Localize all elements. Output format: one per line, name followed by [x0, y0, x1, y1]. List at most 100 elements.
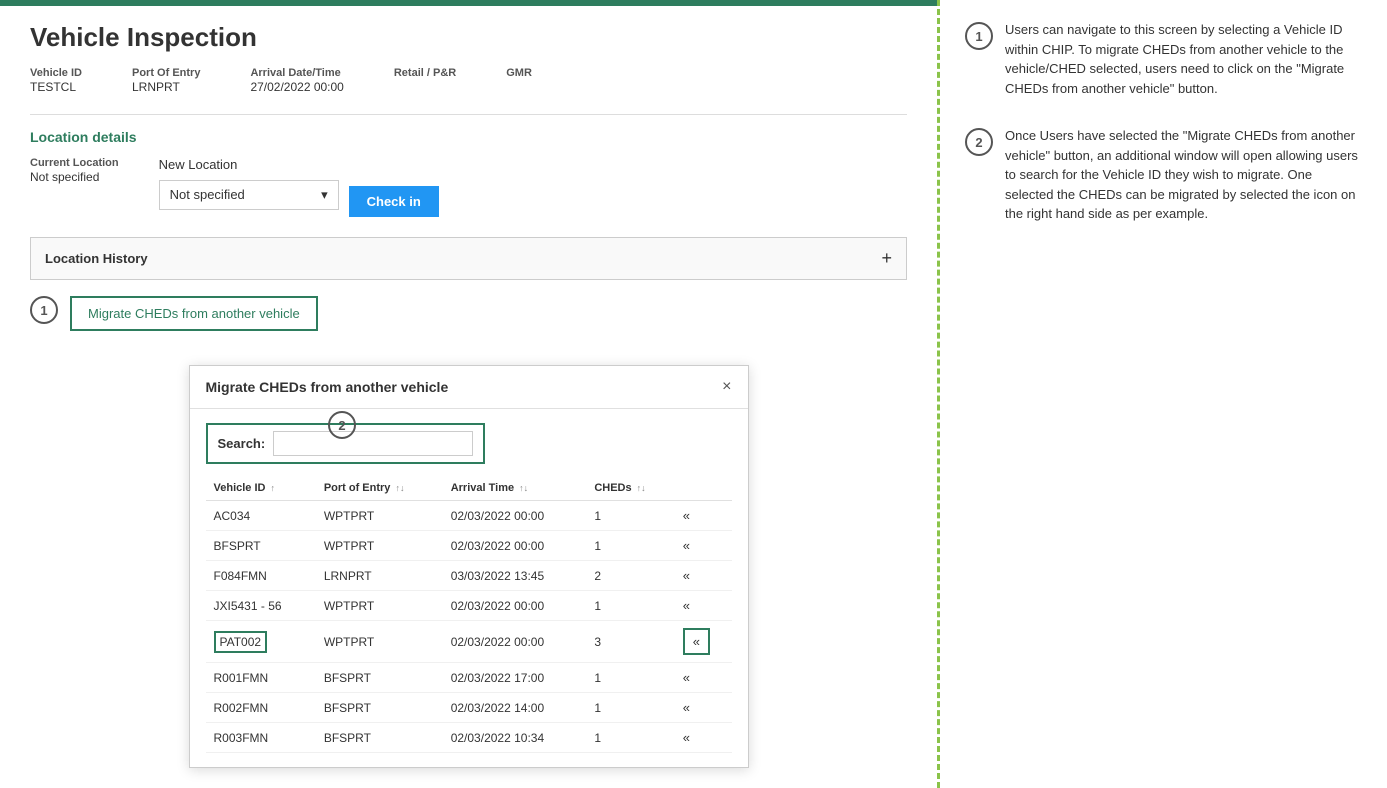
port-of-entry-cell: WPTPRT	[316, 531, 443, 561]
port-of-entry-cell: WPTPRT	[316, 501, 443, 531]
arrival-time-cell: 02/03/2022 17:00	[443, 663, 587, 693]
migrate-modal: Migrate CHEDs from another vehicle × Sea…	[189, 365, 749, 768]
current-location-value: Not specified	[30, 170, 99, 184]
current-location-block: Current Location Not specified	[30, 157, 119, 184]
action-cell: «	[675, 561, 732, 591]
col-action	[675, 476, 732, 501]
port-of-entry-label: Port Of Entry	[132, 67, 200, 79]
col-cheds: CHEDs ↑↓	[586, 476, 674, 501]
arrival-time-cell: 02/03/2022 10:34	[443, 723, 587, 753]
arrival-datetime-meta: Arrival Date/Time 27/02/2022 00:00	[250, 67, 343, 94]
annotation-text: Once Users have selected the "Migrate CH…	[1005, 126, 1362, 224]
cheds-cell: 3	[586, 621, 674, 663]
checkin-button[interactable]: Check in	[349, 186, 439, 217]
new-location-selected: Not specified	[170, 187, 245, 202]
modal-header: Migrate CHEDs from another vehicle ×	[190, 366, 748, 409]
arrival-datetime-value: 27/02/2022 00:00	[250, 80, 343, 94]
gmr-label: GMR	[506, 67, 532, 79]
cheds-cell: 1	[586, 723, 674, 753]
migrate-cheds-button[interactable]: Migrate CHEDs from another vehicle	[70, 296, 318, 331]
migrate-row-button[interactable]: «	[683, 598, 690, 613]
annotation-circle: 1	[965, 22, 993, 50]
migrate-row-button[interactable]: «	[683, 508, 690, 523]
top-bar	[0, 0, 937, 6]
sort-arrival-icon[interactable]: ↑↓	[519, 483, 528, 493]
arrival-time-cell: 02/03/2022 00:00	[443, 591, 587, 621]
location-details-title: Location details	[30, 129, 907, 145]
step2-circle: 2	[328, 411, 356, 439]
port-of-entry-cell: WPTPRT	[316, 621, 443, 663]
new-location-wrapper: New Location Not specified ▾ Check in	[159, 157, 439, 217]
vehicle-id-cell: AC034	[206, 501, 316, 531]
action-cell: «	[675, 621, 732, 663]
col-port-of-entry: Port of Entry ↑↓	[316, 476, 443, 501]
vehicle-id-cell: R003FMN	[206, 723, 316, 753]
sort-vehicle-id-icon[interactable]: ↑	[271, 483, 276, 493]
col-vehicle-id: Vehicle ID ↑	[206, 476, 316, 501]
page-title: Vehicle Inspection	[30, 22, 907, 53]
port-of-entry-cell: WPTPRT	[316, 591, 443, 621]
port-of-entry-cell: LRNPRT	[316, 561, 443, 591]
vehicle-id-cell: R002FMN	[206, 693, 316, 723]
left-panel: Vehicle Inspection Vehicle ID TESTCL Por…	[0, 0, 940, 788]
migrate-row-button[interactable]: «	[683, 670, 690, 685]
port-of-entry-value: LRNPRT	[132, 80, 180, 94]
step1-circle: 1	[30, 296, 58, 324]
dropdown-arrow-icon: ▾	[321, 187, 328, 203]
migrate-row-button[interactable]: «	[683, 628, 710, 655]
arrival-time-cell: 03/03/2022 13:45	[443, 561, 587, 591]
migrate-row-button[interactable]: «	[683, 730, 690, 745]
retail-meta: Retail / P&R	[394, 67, 456, 94]
sort-cheds-icon[interactable]: ↑↓	[637, 483, 646, 493]
migrate-row-button[interactable]: «	[683, 538, 690, 553]
cheds-cell: 1	[586, 531, 674, 561]
sort-port-icon[interactable]: ↑↓	[395, 483, 404, 493]
port-of-entry-meta: Port Of Entry LRNPRT	[132, 67, 200, 94]
retail-label: Retail / P&R	[394, 67, 456, 79]
modal-body: Search: Vehicle ID ↑ Port of Entry ↑↓	[190, 409, 748, 767]
table-row: PAT002WPTPRT02/03/2022 00:003«	[206, 621, 732, 663]
cheds-cell: 1	[586, 663, 674, 693]
port-of-entry-cell: BFSPRT	[316, 723, 443, 753]
arrival-time-cell: 02/03/2022 14:00	[443, 693, 587, 723]
vehicle-id-cell: R001FMN	[206, 663, 316, 693]
location-history-bar: Location History +	[30, 237, 907, 280]
table-row: R002FMNBFSPRT02/03/2022 14:001 «	[206, 693, 732, 723]
vehicle-id-cell: BFSPRT	[206, 531, 316, 561]
arrival-time-cell: 02/03/2022 00:00	[443, 501, 587, 531]
right-panel: 1Users can navigate to this screen by se…	[940, 0, 1387, 788]
table-row: JXI5431 - 56WPTPRT02/03/2022 00:001 «	[206, 591, 732, 621]
col-arrival-time: Arrival Time ↑↓	[443, 476, 587, 501]
annotation-item: 1Users can navigate to this screen by se…	[965, 20, 1362, 98]
action-cell: «	[675, 663, 732, 693]
new-location-dropdown[interactable]: Not specified ▾	[159, 180, 339, 210]
cheds-cell: 1	[586, 591, 674, 621]
cheds-cell: 1	[586, 693, 674, 723]
location-history-label: Location History	[45, 251, 148, 266]
vehicle-id-cell: JXI5431 - 56	[206, 591, 316, 621]
search-input[interactable]	[273, 431, 473, 456]
meta-row: Vehicle ID TESTCL Port Of Entry LRNPRT A…	[30, 67, 907, 94]
section-divider	[30, 114, 907, 115]
table-row: R003FMNBFSPRT02/03/2022 10:341 «	[206, 723, 732, 753]
vehicle-id-value: TESTCL	[30, 80, 76, 94]
arrival-datetime-label: Arrival Date/Time	[250, 67, 343, 79]
modal-title: Migrate CHEDs from another vehicle	[206, 379, 449, 395]
location-history-expand-button[interactable]: +	[881, 248, 892, 269]
action-cell: «	[675, 693, 732, 723]
cheds-cell: 1	[586, 501, 674, 531]
arrival-time-cell: 02/03/2022 00:00	[443, 531, 587, 561]
table-row: F084FMNLRNPRT03/03/2022 13:452«	[206, 561, 732, 591]
cheds-cell: 2	[586, 561, 674, 591]
current-location-label: Current Location	[30, 157, 119, 169]
search-label: Search:	[218, 436, 266, 451]
action-cell: «	[675, 501, 732, 531]
port-of-entry-cell: BFSPRT	[316, 693, 443, 723]
modal-close-button[interactable]: ×	[722, 378, 731, 396]
migrate-row-button[interactable]: «	[683, 568, 690, 583]
vehicle-id-meta: Vehicle ID TESTCL	[30, 67, 82, 94]
migrate-row-button[interactable]: «	[683, 700, 690, 715]
action-cell: «	[675, 531, 732, 561]
vehicle-id-label: Vehicle ID	[30, 67, 82, 79]
annotation-circle: 2	[965, 128, 993, 156]
